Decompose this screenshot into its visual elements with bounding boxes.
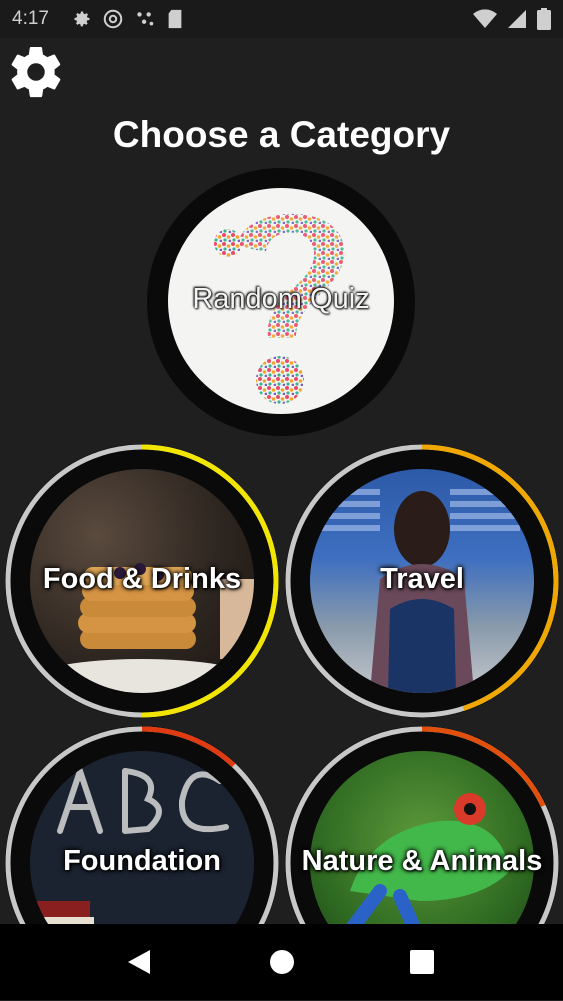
category-label: Travel <box>380 563 464 595</box>
wifi-icon <box>473 9 497 28</box>
page-title: Choose a Category <box>112 114 451 155</box>
category-label: Foundation <box>63 845 221 877</box>
dots-icon <box>137 12 154 26</box>
nav-home-button[interactable] <box>269 948 295 981</box>
home-icon <box>270 950 294 974</box>
status-left-icons <box>72 8 184 30</box>
category-label: Food & Drinks <box>42 563 242 595</box>
nav-recents-button[interactable] <box>409 948 435 981</box>
nav-back-button[interactable] <box>126 948 152 981</box>
category-label: Random Quiz <box>192 283 370 315</box>
battery-icon <box>537 8 551 30</box>
gear-icon <box>11 46 61 98</box>
sd-card-icon <box>168 9 182 29</box>
signal-icon <box>508 10 526 28</box>
back-icon <box>128 950 150 974</box>
status-bar: 4:17 <box>0 0 563 38</box>
gear-icon <box>74 11 90 27</box>
at-icon <box>103 9 123 29</box>
category-food-drinks[interactable]: Food & Drinks <box>4 443 280 719</box>
category-label: Nature & Animals <box>301 845 543 877</box>
navigation-bar <box>0 924 563 1000</box>
category-travel[interactable]: Travel <box>284 443 560 719</box>
category-random-quiz[interactable]: Random Quiz <box>146 167 416 437</box>
status-right-icons <box>473 8 551 30</box>
recents-icon <box>410 950 434 974</box>
settings-button[interactable] <box>6 42 66 102</box>
status-time: 4:17 <box>12 8 49 29</box>
